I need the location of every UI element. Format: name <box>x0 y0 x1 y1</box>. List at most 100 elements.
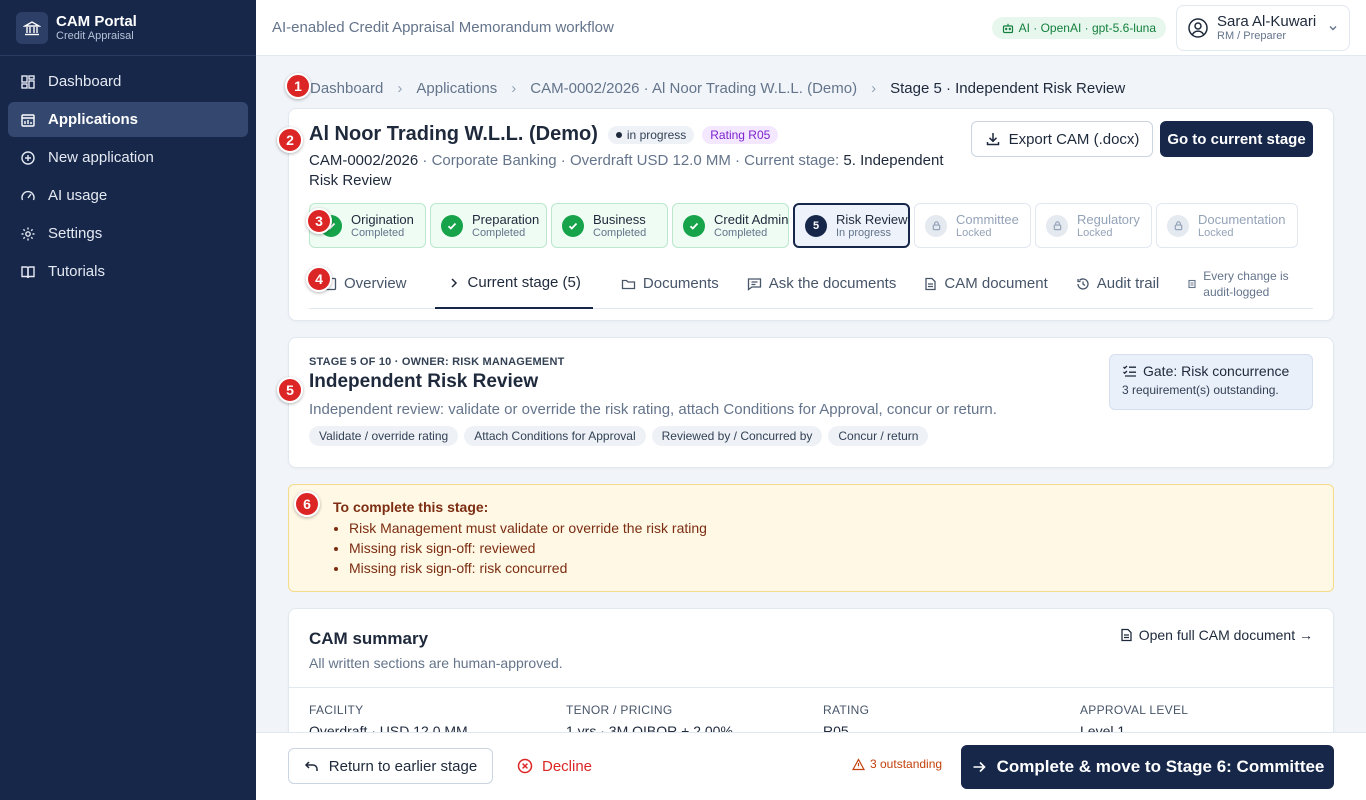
cam-summary-title: CAM summary <box>309 629 429 648</box>
ai-provider-label: AI · OpenAI · gpt-5.6-luna <box>1018 20 1156 35</box>
page-tagline: AI-enabled Credit Appraisal Memorandum w… <box>272 19 614 36</box>
annotation-marker-2: 2 <box>277 127 303 153</box>
sidebar-item-label: Dashboard <box>48 73 122 90</box>
annotation-marker-1: 1 <box>285 73 311 99</box>
decline-label: Decline <box>542 757 593 775</box>
rating-badge: Rating R05 <box>702 125 779 144</box>
brand[interactable]: CAM Portal Credit Appraisal <box>0 0 256 56</box>
stage-risk-review[interactable]: 5 Risk Review In progress <box>793 203 910 248</box>
audit-note: Every change is audit-logged <box>1187 268 1303 300</box>
breadcrumb-applications[interactable]: Applications <box>416 80 497 97</box>
requirements-title: To complete this stage: <box>333 499 489 515</box>
dashboard-icon <box>21 74 35 89</box>
document-icon <box>1121 628 1132 642</box>
stage-chip: Concur / return <box>828 426 929 446</box>
complete-stage-button[interactable]: Complete & move to Stage 6: Committee <box>961 745 1334 789</box>
export-cam-button[interactable]: Export CAM (.docx) <box>971 121 1153 157</box>
chat-icon <box>747 277 761 291</box>
tab-current-stage[interactable]: Current stage (5) <box>434 259 593 309</box>
stage-state: Completed <box>472 227 526 239</box>
gauge-icon <box>21 190 35 200</box>
sidebar-item-settings[interactable]: Settings <box>8 216 248 251</box>
stage-eyebrow: STAGE 5 OF 10 · OWNER: RISK MANAGEMENT <box>309 356 565 368</box>
sidebar-item-label: Tutorials <box>48 263 105 280</box>
user-icon <box>1188 17 1208 38</box>
stage-description: Independent review: validate or override… <box>309 401 997 418</box>
lock-icon <box>925 214 947 237</box>
gate-title: Gate: Risk concurrence <box>1143 363 1290 379</box>
folder-icon <box>621 279 636 289</box>
open-cam-link[interactable]: Open full CAM document → <box>1120 627 1313 643</box>
tab-label: Audit trail <box>1096 275 1160 292</box>
sidebar-item-applications[interactable]: Applications <box>8 102 248 137</box>
decline-button[interactable]: Decline <box>517 748 592 784</box>
breadcrumb-current: Stage 5 · Independent Risk Review <box>890 80 1126 97</box>
breadcrumb-application[interactable]: CAM-0002/2026 · Al Noor Trading W.L.L. (… <box>530 80 857 97</box>
lock-icon <box>1167 214 1189 237</box>
arrow-right-icon <box>973 761 986 773</box>
application-ref: CAM-0002/2026 <box>309 152 419 169</box>
brand-title: CAM Portal <box>56 13 137 30</box>
chevron-down-icon <box>1329 25 1337 30</box>
tab-label: CAM document <box>944 275 1048 292</box>
stage-number: 5 <box>805 214 827 237</box>
requirement-item: Risk Management must validate or overrid… <box>349 518 1289 538</box>
breadcrumb-dashboard[interactable]: Dashboard <box>310 80 383 97</box>
gate-subtitle: 3 requirement(s) outstanding. <box>1122 383 1279 397</box>
stage-name: Business <box>593 212 646 227</box>
tab-audit-trail[interactable]: Audit trail <box>1076 259 1160 309</box>
stage-chip: Validate / override rating <box>309 426 459 446</box>
chevron-right-icon: › <box>397 80 403 97</box>
tab-ask-documents[interactable]: Ask the documents <box>747 259 896 309</box>
stage-documentation: Documentation Locked <box>1156 203 1298 248</box>
gear-icon <box>21 227 35 240</box>
stage-chip-list: Validate / override rating Attach Conditi… <box>309 426 997 446</box>
stage-state: In progress <box>836 227 892 239</box>
tab-bar: Overview Current stage (5) Documents Ask… <box>309 259 1313 309</box>
stage-preparation[interactable]: Preparation Completed <box>430 203 547 248</box>
sidebar-item-label: Applications <box>48 111 139 128</box>
sidebar-item-ai-usage[interactable]: AI usage <box>8 178 248 213</box>
chevron-right-icon <box>450 277 457 288</box>
stage-credit-admin[interactable]: Credit Admin Completed <box>672 203 789 248</box>
warning-icon <box>852 757 865 770</box>
stage-stepper: Origination Completed Preparation Complete… <box>309 203 1298 248</box>
sidebar: CAM Portal Credit Appraisal Dashboard Ap… <box>0 0 256 800</box>
tab-label: Current stage (5) <box>467 274 581 291</box>
sidebar-item-label: New application <box>48 149 154 166</box>
sidebar-item-dashboard[interactable]: Dashboard <box>8 64 248 99</box>
user-menu[interactable]: Sara Al-Kuwari RM / Preparer <box>1176 4 1350 51</box>
go-to-current-stage-button[interactable]: Go to current stage <box>1160 121 1313 157</box>
sidebar-item-tutorials[interactable]: Tutorials <box>8 254 248 289</box>
cam-summary-header: CAM summary All written sections are hum… <box>309 629 563 671</box>
stage-name: Preparation <box>472 212 540 227</box>
application-meta-text: · Corporate Banking · Overdraft USD 12.0… <box>418 152 844 169</box>
tab-documents[interactable]: Documents <box>621 259 719 309</box>
tab-cam-document[interactable]: CAM document <box>924 259 1048 309</box>
stage-name: Risk Review <box>836 212 908 227</box>
chevron-right-icon: › <box>871 80 877 97</box>
sidebar-nav: Dashboard Applications New application A… <box>0 56 256 300</box>
outstanding-label: 3 outstanding <box>870 757 943 771</box>
stage-regulatory: Regulatory Locked <box>1035 203 1152 248</box>
main-content: 1 Dashboard › Applications › CAM-0002/20… <box>256 56 1366 800</box>
bank-icon <box>16 11 48 44</box>
open-cam-label: Open full CAM document → <box>1138 627 1313 643</box>
application-meta: CAM-0002/2026 · Corporate Banking · Over… <box>309 151 959 191</box>
sidebar-item-label: Settings <box>48 225 103 242</box>
plus-circle-icon <box>21 150 35 165</box>
stage-title: Independent Risk Review <box>309 371 539 392</box>
chevron-right-icon: › <box>511 80 517 97</box>
stage-name: Credit Admin <box>714 212 789 227</box>
return-stage-button[interactable]: Return to earlier stage <box>288 748 493 784</box>
summary-label: TENOR / PRICING <box>566 703 673 717</box>
check-icon <box>441 214 463 237</box>
complete-stage-label: Complete & move to Stage 6: Committee <box>996 757 1325 776</box>
stage-state: Completed <box>714 227 768 239</box>
robot-icon <box>1002 23 1013 33</box>
stage-state: Locked <box>1077 227 1113 239</box>
sidebar-item-new-application[interactable]: New application <box>8 140 248 175</box>
stage-business[interactable]: Business Completed <box>551 203 668 248</box>
applications-icon <box>21 113 35 127</box>
status-badge: in progress <box>607 125 695 144</box>
